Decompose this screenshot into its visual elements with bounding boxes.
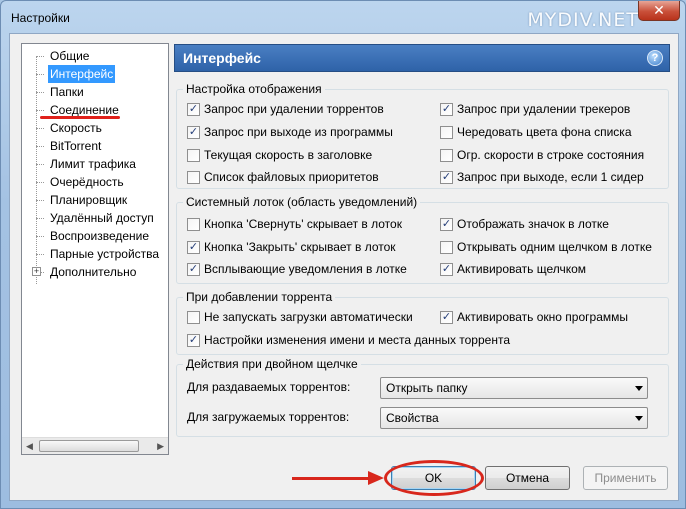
chevron-down-icon: [635, 386, 643, 391]
checkbox-box[interactable]: ✓: [187, 241, 200, 254]
seeding-action-label: Для раздаваемых торрентов:: [187, 380, 351, 394]
checkbox-box[interactable]: [187, 171, 200, 184]
checkbox-box[interactable]: ✓: [187, 103, 200, 116]
tree-connector-line: [36, 56, 37, 284]
tree-item-label: Папки: [50, 85, 84, 99]
tree-horizontal-scrollbar[interactable]: ◀ ▶: [22, 437, 168, 454]
help-icon[interactable]: ?: [647, 50, 663, 66]
scroll-right-icon[interactable]: ▶: [157, 441, 164, 452]
checkbox-label: Кнопка 'Закрыть' скрывает в лоток: [204, 240, 396, 254]
seeding-action-value: Открыть папку: [386, 381, 468, 395]
downloading-action-value: Свойства: [386, 411, 439, 425]
checkbox-box[interactable]: ✓: [440, 311, 453, 324]
system-tray-group: Системный лоток (область уведомлений) Кн…: [176, 195, 669, 284]
checkbox-box[interactable]: [187, 311, 200, 324]
annotation-arrow: [292, 477, 370, 480]
page-title: Интерфейс ?: [174, 44, 670, 72]
apply-button[interactable]: Применить: [583, 466, 668, 490]
adding-torrent-group: При добавлении торрента Не запускать заг…: [176, 290, 669, 355]
scroll-left-icon[interactable]: ◀: [26, 441, 33, 452]
checkbox-box[interactable]: [187, 218, 200, 231]
checkbox-box[interactable]: ✓: [440, 218, 453, 231]
checkbox-label: Отображать значок в лотке: [457, 217, 609, 231]
checkbox-box[interactable]: [440, 126, 453, 139]
checkbox-label: Список файловых приоритетов: [204, 170, 379, 184]
checkbox-label: Запрос при удалении трекеров: [457, 102, 631, 116]
annotation-ellipse: [384, 460, 484, 496]
annotation-arrow-head: [368, 471, 384, 485]
downloading-action-label: Для загружаемых торрентов:: [187, 410, 350, 424]
settings-tree[interactable]: Общие Интерфейс Папки Соединение Скорост…: [21, 43, 169, 455]
checkbox-label: Запрос при выходе из программы: [204, 125, 393, 139]
checkbox-box[interactable]: ✓: [187, 126, 200, 139]
double-click-group: Действия при двойном щелчке Для раздавае…: [176, 357, 669, 437]
tree-item-label: Парные устройства: [50, 247, 160, 261]
title-bar: Настройки MYDIV.NET ✕: [1, 1, 685, 33]
group-title: Системный лоток (область уведомлений): [183, 195, 421, 209]
checkbox-label: Активировать щелчком: [457, 262, 587, 276]
window-title: Настройки: [11, 11, 70, 25]
checkbox-label: Не запускать загрузки автоматически: [204, 310, 413, 324]
checkbox-label: Всплывающие уведомления в лотке: [204, 262, 407, 276]
checkbox-box[interactable]: [440, 149, 453, 162]
expand-plus-icon[interactable]: +: [32, 267, 41, 276]
checkbox-label: Текущая скорость в заголовке: [204, 148, 373, 162]
tree-item-label: BitTorrent: [50, 139, 102, 153]
tree-item-label: Воспроизведение: [50, 229, 150, 243]
tree-item-label: Скорость: [50, 121, 102, 135]
checkbox-box[interactable]: ✓: [440, 171, 453, 184]
checkbox-label: Запрос при выходе, если 1 сидер: [457, 170, 644, 184]
checkbox-label: Огр. скорости в строке состояния: [457, 148, 645, 162]
checkbox-box[interactable]: ✓: [187, 263, 200, 276]
checkbox-box[interactable]: ✓: [187, 334, 200, 347]
tree-item-label: Планировщик: [50, 193, 128, 207]
checkbox-label: Настройки изменения имени и места данных…: [204, 333, 510, 347]
checkbox-label: Кнопка 'Свернуть' скрывает в лоток: [204, 217, 402, 231]
checkbox-label: Чередовать цвета фона списка: [457, 125, 632, 139]
tree-item-label: Общие: [50, 49, 90, 63]
checkbox-label: Запрос при удалении торрентов: [204, 102, 384, 116]
close-button[interactable]: ✕: [638, 1, 680, 21]
checkbox-box[interactable]: [440, 241, 453, 254]
checkbox-label: Активировать окно программы: [457, 310, 628, 324]
group-title: Действия при двойном щелчке: [183, 357, 361, 371]
help-icon-glyph: ?: [651, 52, 659, 64]
display-settings-group: Настройка отображения ✓ Запрос при удален…: [176, 82, 669, 189]
tree-item-label: Удалённый доступ: [50, 211, 154, 225]
watermark-text: MYDIV.NET: [527, 9, 639, 31]
checkbox-box[interactable]: ✓: [440, 263, 453, 276]
settings-window: Настройки MYDIV.NET ✕ Общие Интерфейс Па…: [0, 0, 686, 509]
checkbox-label: Открывать одним щелчком в лотке: [457, 240, 652, 254]
tree-item-label: Очерёдность: [50, 175, 124, 189]
dialog-client: Общие Интерфейс Папки Соединение Скорост…: [9, 33, 679, 501]
tree-item-label: Дополнительно: [50, 265, 137, 279]
cancel-button[interactable]: Отмена: [485, 466, 570, 490]
scrollbar-thumb[interactable]: [39, 440, 139, 452]
downloading-action-select[interactable]: Свойства: [380, 407, 648, 429]
seeding-action-select[interactable]: Открыть папку: [380, 377, 648, 399]
checkbox-box[interactable]: [187, 149, 200, 162]
group-title: При добавлении торрента: [183, 290, 336, 304]
close-icon: ✕: [653, 2, 665, 18]
group-title: Настройка отображения: [183, 82, 325, 96]
page-title-text: Интерфейс: [183, 50, 261, 66]
tree-item-label: Интерфейс: [48, 65, 116, 83]
checkbox-box[interactable]: ✓: [440, 103, 453, 116]
tree-item-label: Лимит трафика: [50, 157, 136, 171]
chevron-down-icon: [635, 416, 643, 421]
annotation-underline: [40, 116, 120, 119]
